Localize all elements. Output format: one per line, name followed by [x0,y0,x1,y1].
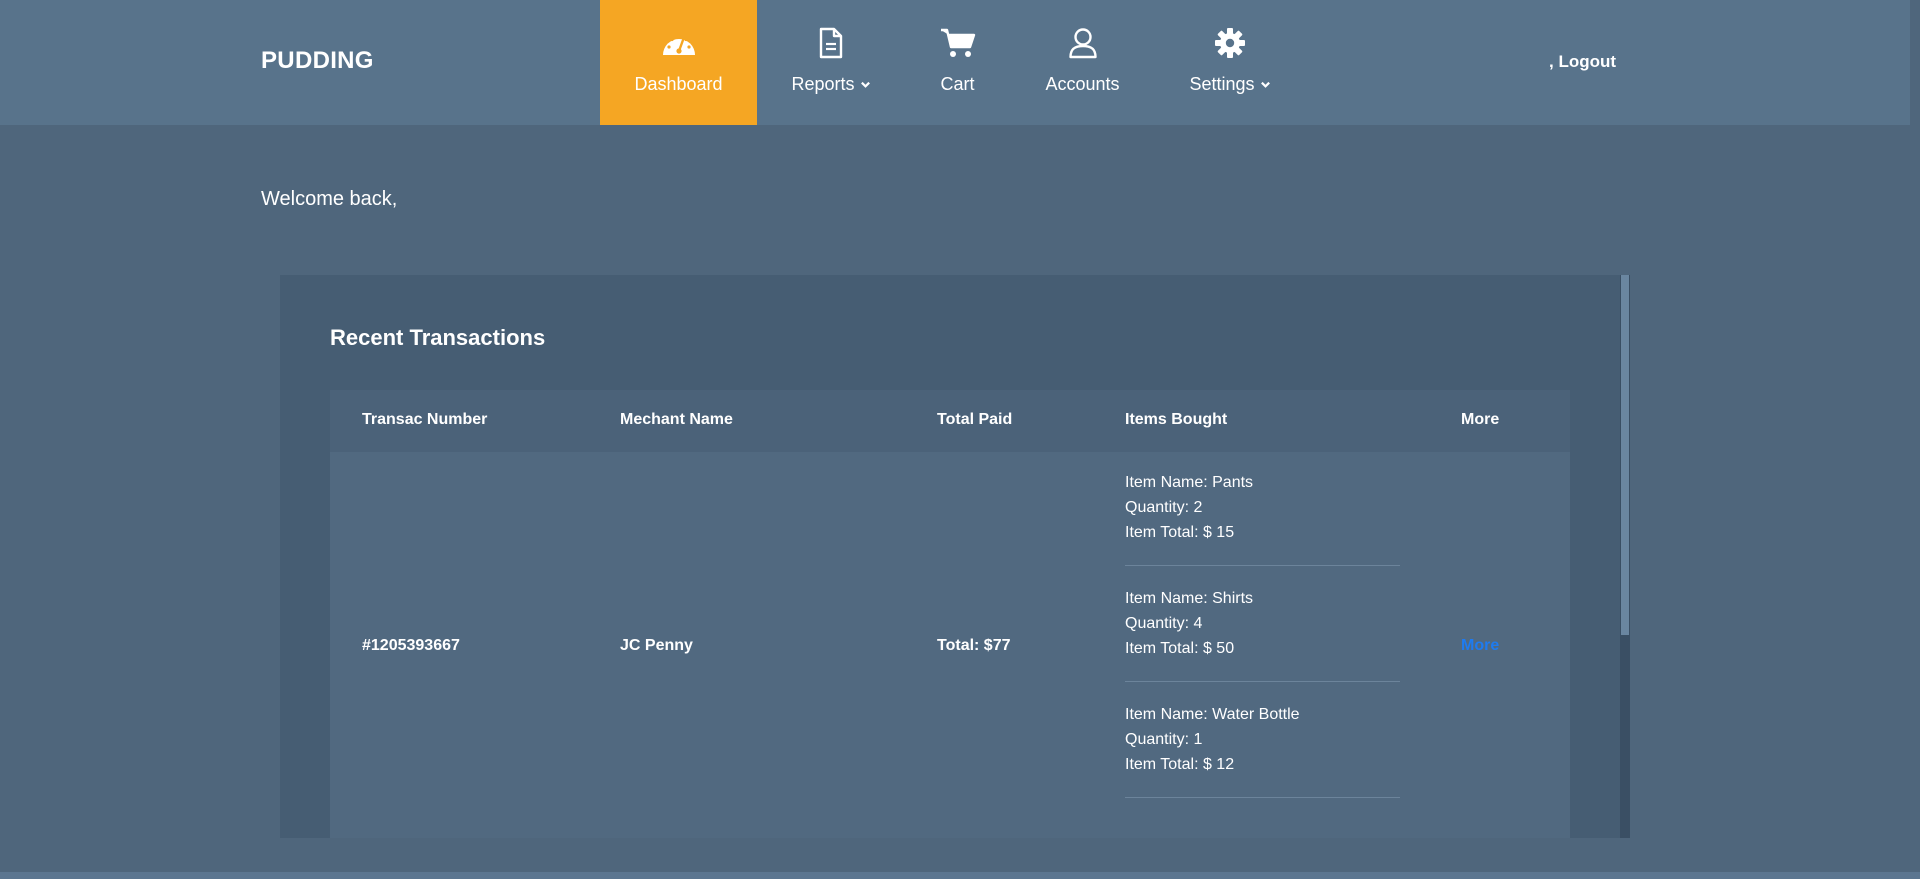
brand-logo[interactable]: PUDDING [261,47,374,75]
transaction-number: #1205393667 [362,637,460,654]
item-total: Item Total: $ 15 [1125,524,1235,541]
header-more: More [1461,411,1500,428]
header-transac-number: Transac Number [362,411,488,428]
user-icon [1068,26,1098,60]
page-bottom-edge [0,872,1920,879]
nav-dashboard-label: Dashboard [634,74,723,94]
list-item: Item Name: Water Bottle Quantity: 1 Item… [1125,702,1400,798]
panel-title: Recent Transactions [330,325,546,350]
nav-cart-label: Cart [940,74,975,94]
logout-link[interactable]: , Logout [1549,52,1616,72]
file-icon [818,26,844,60]
more-link[interactable]: More [1461,637,1499,655]
nav-reports[interactable]: Reports [776,0,886,125]
page-scrollbar[interactable] [1910,0,1920,879]
welcome-message: Welcome back, [261,188,398,210]
item-name: Item Name: Shirts [1125,590,1254,607]
item-quantity: Quantity: 2 [1125,499,1203,516]
header-merchant-name: Mechant Name [620,411,733,428]
item-quantity: Quantity: 1 [1125,731,1203,748]
item-name: Item Name: Water Bottle [1125,706,1300,723]
transactions-table: Transac Number Mechant Name Total Paid I… [330,390,1570,838]
recent-transactions-panel: Recent Transactions Transac Number Mecha… [280,275,1630,838]
panel-scrollbar[interactable] [1620,275,1630,838]
dashboard-gauge-icon [661,26,697,60]
panel-scroll-thumb[interactable] [1621,275,1629,635]
merchant-name: JC Penny [620,637,693,654]
gear-icon [1214,26,1246,60]
item-name: Item Name: Pants [1125,474,1254,491]
item-total: Item Total: $ 12 [1125,756,1235,773]
list-item: Item Name: Shirts Quantity: 4 Item Total… [1125,586,1400,682]
nav-settings-label: Settings [1189,74,1255,94]
chevron-down-icon [860,81,870,88]
header-items-bought: Items Bought [1125,411,1228,428]
nav-accounts-label: Accounts [1045,74,1120,94]
nav-cart[interactable]: Cart [920,0,995,125]
nav-settings[interactable]: Settings [1185,0,1275,125]
items-bought-list: Item Name: Pants Quantity: 2 Item Total:… [1125,470,1400,818]
chevron-down-icon [1260,81,1270,88]
nav-reports-label: Reports [791,74,855,94]
nav-dashboard[interactable]: Dashboard [600,0,757,125]
item-quantity: Quantity: 4 [1125,615,1203,632]
total-paid: Total: $77 [937,637,1011,654]
item-total: Item Total: $ 50 [1125,640,1235,657]
table-row: #1205393667 JC Penny Total: $77 Item Nam… [330,452,1570,838]
cart-icon [940,26,976,60]
table-header: Transac Number Mechant Name Total Paid I… [330,390,1570,452]
nav-accounts[interactable]: Accounts [1033,0,1132,125]
list-item: Item Name: Pants Quantity: 2 Item Total:… [1125,470,1400,566]
header-total-paid: Total Paid [937,411,1013,428]
top-navbar: PUDDING Dashboard Reports Cart Accounts … [0,0,1920,125]
